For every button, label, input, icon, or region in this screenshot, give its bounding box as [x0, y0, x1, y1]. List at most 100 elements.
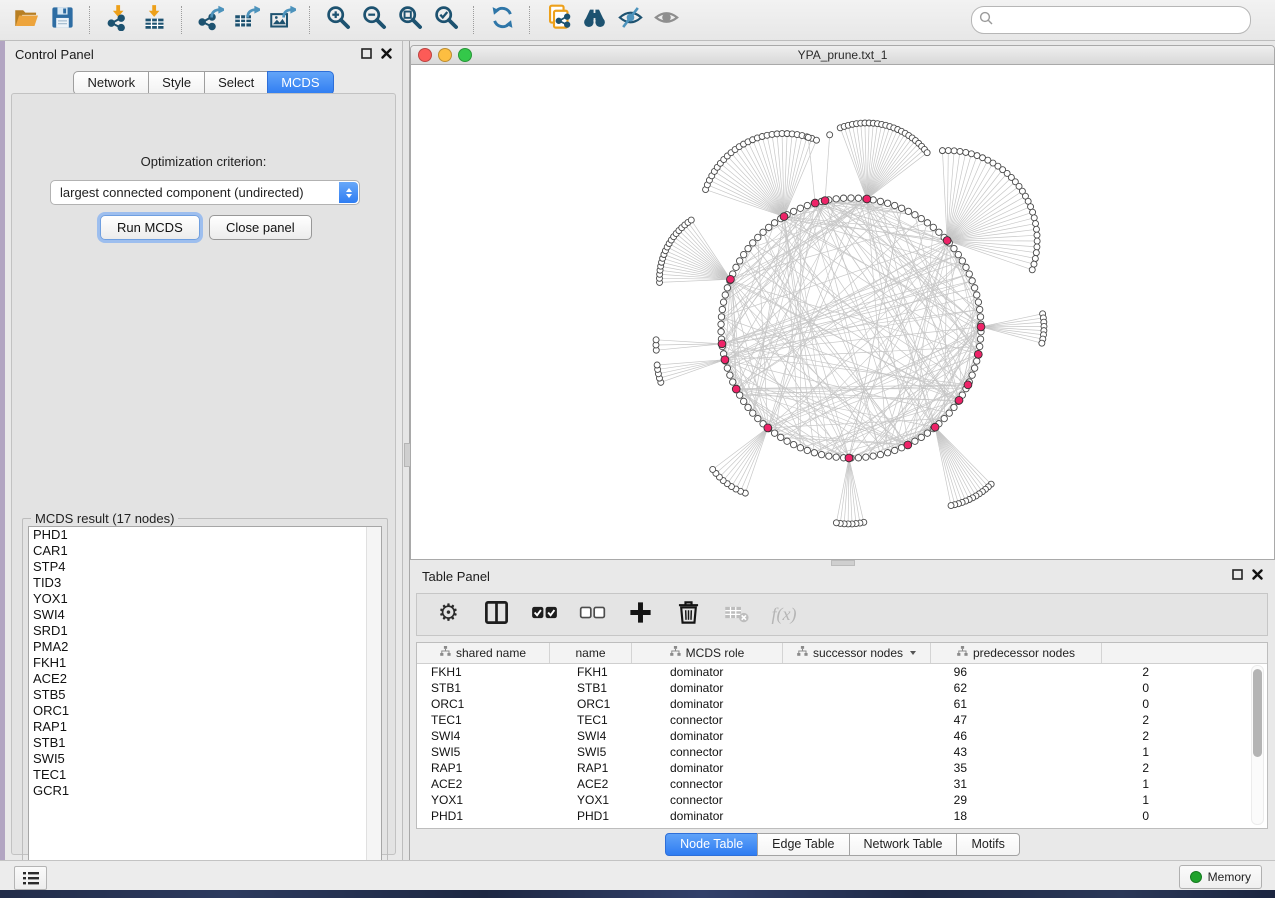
add-column-button[interactable]	[627, 602, 653, 628]
mcds-node[interactable]	[964, 381, 972, 389]
mcds-node[interactable]	[764, 424, 772, 432]
mcds-node[interactable]	[732, 385, 740, 393]
zoom-out-button[interactable]	[356, 4, 392, 36]
column-layout-button[interactable]	[483, 602, 509, 628]
search-box[interactable]	[971, 6, 1251, 34]
float-table-panel-icon[interactable]	[1232, 567, 1243, 585]
mcds-result-item[interactable]: STB1	[29, 735, 381, 751]
tab-edge-table[interactable]: Edge Table	[757, 833, 849, 856]
table-row[interactable]: TEC1TEC1connector472	[417, 712, 1267, 728]
column-header-MCDS-role[interactable]: MCDS role	[632, 643, 783, 663]
mcds-result-item[interactable]: RAP1	[29, 719, 381, 735]
new-network-from-selection-button[interactable]	[540, 4, 576, 36]
tab-motifs[interactable]: Motifs	[956, 833, 1019, 856]
column-header-shared-name[interactable]: shared name	[417, 643, 550, 663]
mcds-node[interactable]	[863, 195, 871, 203]
criterion-dropdown[interactable]: largest connected component (undirected)	[50, 180, 360, 205]
export-image-button[interactable]	[264, 4, 300, 36]
mcds-result-item[interactable]: STB5	[29, 687, 381, 703]
mcds-result-item[interactable]: ORC1	[29, 703, 381, 719]
delete-column-button[interactable]	[675, 602, 701, 628]
tab-select[interactable]: Select	[204, 71, 268, 95]
network-window-titlebar[interactable]: YPA_prune.txt_1	[411, 46, 1274, 65]
mcds-result-item[interactable]: GCR1	[29, 783, 381, 799]
mcds-node[interactable]	[904, 441, 912, 449]
table-row[interactable]: SWI5SWI5connector431	[417, 744, 1267, 760]
table-row[interactable]: STB1STB1dominator620	[417, 680, 1267, 696]
open-file-button[interactable]	[8, 4, 44, 36]
mcds-node[interactable]	[821, 197, 829, 205]
mcds-node[interactable]	[845, 454, 853, 462]
table-row[interactable]: FKH1FKH1dominator962	[417, 664, 1267, 680]
table-row[interactable]: PHD1PHD1dominator180	[417, 808, 1267, 824]
select-all-button[interactable]	[531, 602, 557, 628]
tab-style[interactable]: Style	[148, 71, 205, 95]
mcds-node[interactable]	[974, 350, 982, 358]
table-scrollbar[interactable]	[1251, 665, 1264, 825]
table-row[interactable]: SWI4SWI4dominator462	[417, 728, 1267, 744]
refresh-layout-button[interactable]	[484, 4, 520, 36]
mcds-node[interactable]	[943, 237, 951, 245]
mcds-result-item[interactable]: FKH1	[29, 655, 381, 671]
mcds-node[interactable]	[977, 323, 985, 331]
table-row[interactable]: ACE2ACE2connector311	[417, 776, 1267, 792]
mcds-result-item[interactable]: PMA2	[29, 639, 381, 655]
mcds-result-item[interactable]: ACE2	[29, 671, 381, 687]
panel-list-button[interactable]	[14, 866, 47, 890]
show-all-button[interactable]	[648, 4, 684, 36]
mcds-node[interactable]	[955, 396, 963, 404]
deselect-all-button[interactable]	[579, 602, 605, 628]
tab-node-table[interactable]: Node Table	[665, 833, 758, 856]
zoom-fit-button[interactable]	[392, 4, 428, 36]
mcds-node[interactable]	[811, 199, 819, 207]
import-table-button[interactable]	[136, 4, 172, 36]
tab-mcds[interactable]: MCDS	[267, 71, 333, 95]
column-header-successor-nodes[interactable]: successor nodes	[783, 643, 931, 663]
mcds-node[interactable]	[931, 423, 939, 431]
memory-button[interactable]: Memory	[1179, 865, 1262, 889]
column-header-predecessor-nodes[interactable]: predecessor nodes	[931, 643, 1102, 663]
close-panel-icon[interactable]	[381, 46, 392, 64]
mcds-node[interactable]	[718, 340, 726, 348]
mcds-result-list[interactable]: PHD1CAR1STP4TID3YOX1SWI4SRD1PMA2FKH1ACE2…	[28, 526, 382, 880]
column-header-name[interactable]: name	[550, 643, 632, 663]
float-panel-icon[interactable]	[361, 46, 372, 64]
mcds-result-item[interactable]: YOX1	[29, 591, 381, 607]
hide-selected-button[interactable]	[612, 4, 648, 36]
tab-network[interactable]: Network	[73, 71, 149, 95]
table-row[interactable]: YOX1YOX1connector291	[417, 792, 1267, 808]
import-network-button[interactable]	[100, 4, 136, 36]
save-session-button[interactable]	[44, 4, 80, 36]
mcds-node[interactable]	[780, 213, 788, 221]
mcds-result-item[interactable]: TID3	[29, 575, 381, 591]
table-row[interactable]: RAP1RAP1dominator352	[417, 760, 1267, 776]
run-mcds-button[interactable]: Run MCDS	[100, 215, 200, 240]
export-network-button[interactable]	[192, 4, 228, 36]
network-graph[interactable]	[411, 65, 1274, 559]
mcds-result-item[interactable]: PHD1	[29, 527, 381, 543]
mcds-node[interactable]	[721, 356, 729, 364]
close-table-panel-icon[interactable]	[1252, 567, 1263, 585]
search-input[interactable]	[993, 12, 1243, 28]
mcds-result-item[interactable]: SWI5	[29, 751, 381, 767]
result-scrollbar[interactable]	[366, 527, 381, 879]
mcds-result-item[interactable]: STP4	[29, 559, 381, 575]
panel-divider[interactable]	[402, 41, 410, 860]
shared-column-icon	[440, 646, 451, 660]
export-table-button[interactable]	[228, 4, 264, 36]
tab-network-table[interactable]: Network Table	[849, 833, 958, 856]
first-neighbors-button[interactable]	[576, 4, 612, 36]
mcds-result-item[interactable]: SWI4	[29, 607, 381, 623]
mcds-result-item[interactable]: TEC1	[29, 767, 381, 783]
table-settings-button[interactable]: ⚙	[435, 602, 461, 628]
table-scrollbar-thumb[interactable]	[1253, 669, 1262, 757]
node-table[interactable]: shared namenameMCDS rolesuccessor nodesp…	[416, 642, 1268, 829]
mcds-result-item[interactable]: SRD1	[29, 623, 381, 639]
table-row[interactable]: ORC1ORC1dominator610	[417, 696, 1267, 712]
zoom-selected-button[interactable]	[428, 4, 464, 36]
mcds-result-item[interactable]: CAR1	[29, 543, 381, 559]
mcds-node[interactable]	[727, 275, 735, 283]
close-panel-button[interactable]: Close panel	[209, 215, 312, 240]
network-view[interactable]	[411, 65, 1274, 559]
zoom-in-button[interactable]	[320, 4, 356, 36]
